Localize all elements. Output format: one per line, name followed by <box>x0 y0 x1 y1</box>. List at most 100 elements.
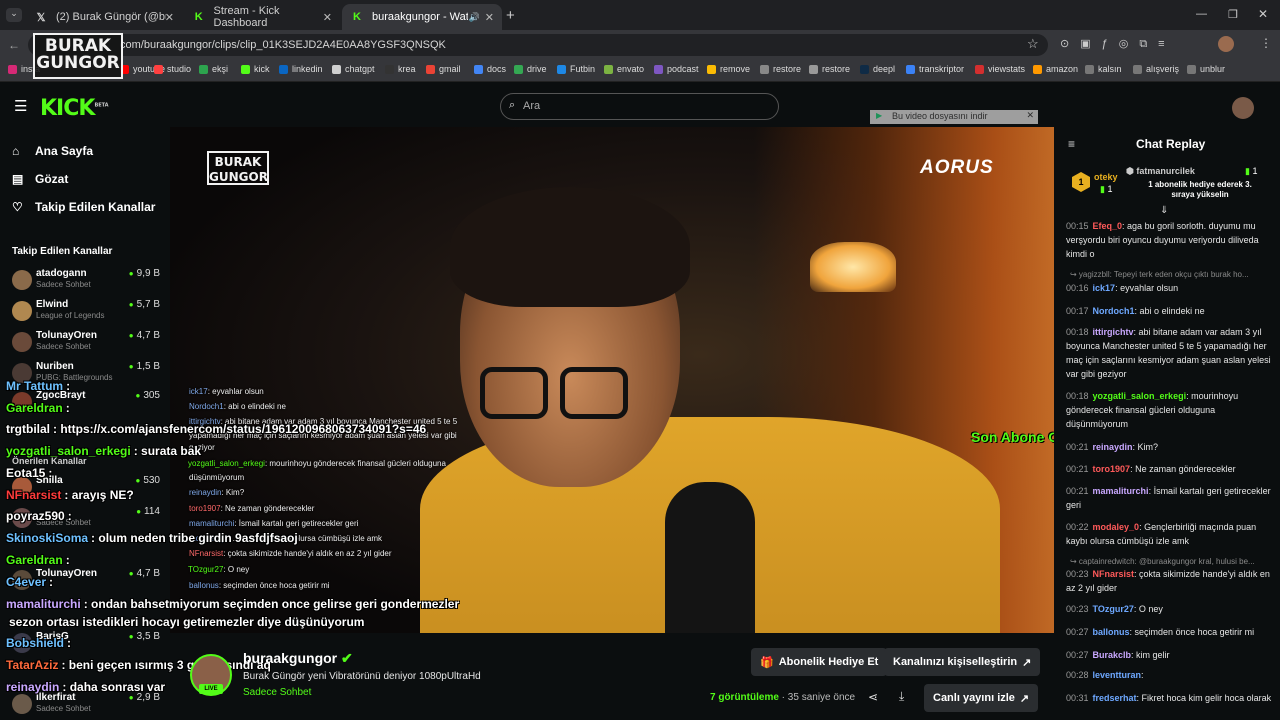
chat-username[interactable]: toro1907 <box>1093 464 1131 474</box>
bookmark-label: linkedin <box>292 64 323 74</box>
download-icon[interactable]: ⤓ <box>899 689 904 704</box>
channel-item[interactable]: ElwindLeague of Legends 5,7 B <box>10 297 162 327</box>
chat-username[interactable]: modaley_0 <box>1093 522 1140 532</box>
maximize-icon[interactable]: ❐ <box>1228 8 1238 21</box>
url-field[interactable]: com/buraakgungor/clips/clip_01K3SEJD2A4E… <box>28 34 1048 56</box>
bookmark-item[interactable]: kalsın <box>1085 64 1122 74</box>
chat-message: 00:17 Nordoch1: abi o elindeki ne <box>1066 304 1272 318</box>
bookmark-item[interactable]: drive <box>514 64 547 74</box>
bookmark-item[interactable]: transkriptor <box>906 64 964 74</box>
back-icon[interactable]: ← <box>8 38 20 52</box>
chat-username[interactable]: TOzgur27 <box>1093 604 1134 614</box>
kick-logo[interactable]: KICKBETA <box>40 96 109 121</box>
profile-avatar[interactable] <box>1218 36 1234 52</box>
bookmark-item[interactable]: chatgpt <box>332 64 375 74</box>
pinned-user-1[interactable]: oteky <box>1094 172 1118 182</box>
chat-username[interactable]: reinaydin <box>1093 442 1133 452</box>
channel-item[interactable]: TolunayOrenSadece Sohbet 4,7 B <box>10 328 162 358</box>
chat-text: : Ne zaman gönderecekler <box>1130 464 1236 474</box>
download-video-bar[interactable]: ▶ Bu video dosyasını indir ✕ <box>870 110 1038 124</box>
bookmark-favicon-icon <box>906 64 915 74</box>
bookmark-item[interactable]: Futbin <box>557 64 595 74</box>
nav-following[interactable]: ♡ Takip Edilen Kanallar <box>12 200 155 214</box>
chat-username[interactable]: mamaliturchi <box>1093 486 1149 496</box>
bookmark-item[interactable]: amazon <box>1033 64 1078 74</box>
watch-live-button[interactable]: Canlı yayını izle ↗ <box>924 684 1039 712</box>
nav-home[interactable]: ⌂ Ana Sayfa <box>12 144 93 158</box>
chat-username[interactable]: NFnarsist <box>1093 569 1135 579</box>
nav-label: Takip Edilen Kanallar <box>35 200 156 214</box>
bookmark-item[interactable]: gmail <box>426 64 461 74</box>
bookmark-item[interactable]: studio <box>154 64 191 74</box>
tab-label: (2) Burak Güngör (@buraakgun <box>56 11 166 23</box>
bookmark-item[interactable]: ekşi <box>199 64 228 74</box>
bookmark-item[interactable]: envato <box>604 64 644 74</box>
gift-subscription-button[interactable]: 🎁 Abonelik Hediye Et <box>751 648 888 676</box>
bookmark-item[interactable]: kick <box>241 64 270 74</box>
bookmark-item[interactable]: docs <box>474 64 506 74</box>
close-icon[interactable]: ✕ <box>1026 110 1034 121</box>
chat-username[interactable]: ick17 <box>1093 283 1116 293</box>
overlay-chat-user: Bobshield <box>6 636 65 650</box>
video-chat-text: : seçimden önce hoca getirir mi <box>218 581 330 590</box>
close-icon[interactable]: ✕ <box>165 11 174 24</box>
extension-icons[interactable]: ⊙▣ƒ◎⧉≡ <box>1060 37 1176 51</box>
channel-name: Elwind <box>36 299 69 310</box>
close-icon[interactable]: ✕ <box>323 11 332 24</box>
close-icon[interactable]: ✕ <box>485 11 494 24</box>
video-chat-text: : mourinhoyu gönderecek finansal gücleri… <box>264 459 446 468</box>
overlay-chat-line: Bobshield: <box>6 636 71 650</box>
bookmark-item[interactable]: alışveriş <box>1133 64 1179 74</box>
bookmark-favicon-icon <box>474 64 483 74</box>
tab-kick-dashboard[interactable]: K Stream - Kick Dashboard ✕ <box>184 4 340 30</box>
channel-viewers: 3,5 B <box>129 631 160 642</box>
chat-username[interactable]: Nordoch1 <box>1093 306 1135 316</box>
close-window-icon[interactable]: ✕ <box>1258 7 1268 21</box>
share-icon[interactable]: ⋖ <box>868 690 878 704</box>
channel-item[interactable]: atadogannSadece Sohbet 9,9 B <box>10 266 162 296</box>
chat-username[interactable]: ballonus <box>1093 627 1130 637</box>
chat-timestamp: 00:28 <box>1066 670 1089 680</box>
search-input[interactable]: ⌕ Ara <box>500 93 779 120</box>
new-tab-icon[interactable]: + <box>506 7 515 24</box>
chat-username[interactable]: yozgatli_salon_erkegi <box>1093 391 1187 401</box>
video-chat-line: NFnarsist: çokta sikimizde hande'yi aldı… <box>189 549 392 558</box>
pinned-user-2[interactable]: fatmanurcilek <box>1136 166 1195 176</box>
channel-viewers: 4,7 B <box>129 330 160 341</box>
tab-list-icon[interactable]: ⌄ <box>6 8 22 22</box>
bookmark-item[interactable]: krea <box>385 64 416 74</box>
tab-twitter[interactable]: 𝕏 (2) Burak Güngör (@buraakgun ✕ <box>26 4 182 30</box>
bookmark-star-icon[interactable]: ☆ <box>1027 36 1039 52</box>
stream-category[interactable]: Sadece Sohbet <box>243 687 311 698</box>
bookmark-item[interactable]: restore <box>809 64 850 74</box>
tab-kick-clips[interactable]: K buraakgungor - Watch clips 🔊 ✕ <box>342 4 502 30</box>
chat-username[interactable]: fredserhat <box>1093 693 1137 703</box>
bookmark-item[interactable]: restore <box>760 64 801 74</box>
video-player[interactable]: BURAK GUNGOR AORUS ick17: eyvahlar olsun… <box>170 127 1054 633</box>
bookmark-item[interactable]: podcast <box>654 64 699 74</box>
chat-timestamp: 00:15 <box>1066 221 1089 231</box>
bookmark-item[interactable]: unblur <box>1187 64 1225 74</box>
hamburger-menu-icon[interactable]: ☰ <box>14 97 27 115</box>
bookmark-item[interactable]: deepl <box>860 64 895 74</box>
user-avatar[interactable] <box>1232 97 1254 119</box>
collapse-chat-icon[interactable]: ≡ <box>1068 137 1075 151</box>
menu-dots-icon[interactable]: ⋮ <box>1260 36 1272 50</box>
speaker-icon[interactable]: 🔊 <box>469 12 480 23</box>
chat-username[interactable]: Burakclb <box>1093 650 1132 660</box>
bookmark-item[interactable]: linkedin <box>279 64 323 74</box>
scroll-down-icon[interactable]: ⇓ <box>1160 205 1168 216</box>
chat-username[interactable]: leventturan <box>1093 670 1142 680</box>
bookmark-item[interactable]: viewstats <box>975 64 1025 74</box>
channel-item[interactable]: ilkerfiratSadece Sohbet2,9 B <box>10 690 162 720</box>
customize-channel-button[interactable]: Kanalınızı kişiselleştirin ↗ <box>884 648 1041 676</box>
channel-name[interactable]: buraakgungor ✔ <box>243 650 353 667</box>
channel-category: Sadece Sohbet <box>36 704 91 713</box>
overlay-chat-text: sezon ortası istedikleri hocayı getireme… <box>9 615 365 629</box>
bookmark-item[interactable]: remove <box>707 64 750 74</box>
chat-username[interactable]: Efeq_0 <box>1093 221 1123 231</box>
nav-browse[interactable]: ▤ Gözat <box>12 172 68 186</box>
minimize-icon[interactable]: — <box>1196 8 1207 20</box>
overlay-chat-text: : beni geçen ısırmış 3 gün kaşındı aq <box>61 658 271 672</box>
chat-username[interactable]: ittirgichtv <box>1093 327 1134 337</box>
